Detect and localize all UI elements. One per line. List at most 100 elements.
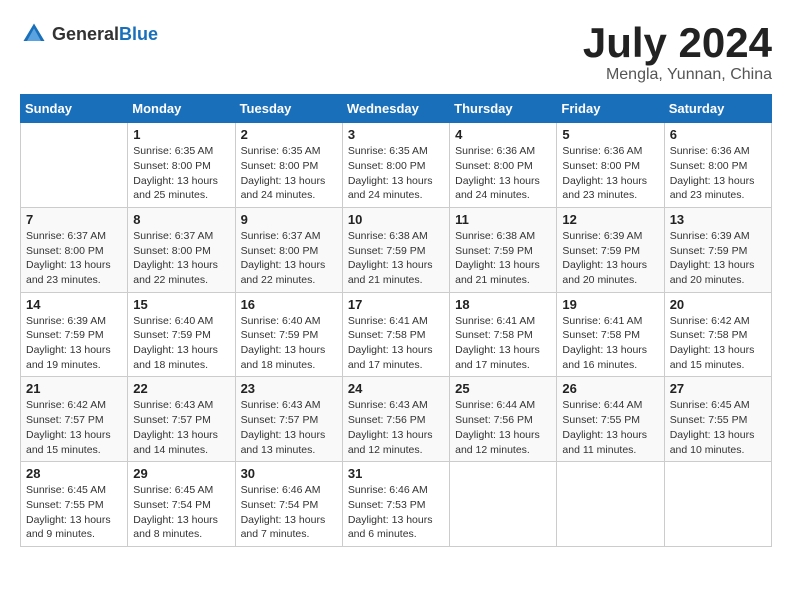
calendar-cell: 12 Sunrise: 6:39 AMSunset: 7:59 PMDayligh… <box>557 207 664 292</box>
day-info: Sunrise: 6:40 AMSunset: 7:59 PMDaylight:… <box>241 314 337 373</box>
day-info: Sunrise: 6:36 AMSunset: 8:00 PMDaylight:… <box>455 144 551 203</box>
day-info: Sunrise: 6:46 AMSunset: 7:54 PMDaylight:… <box>241 483 337 542</box>
calendar-cell: 30Sunrise: 6:46 AMSunset: 7:54 PMDayligh… <box>235 462 342 547</box>
day-info: Sunrise: 6:44 AMSunset: 7:56 PMDaylight:… <box>455 398 551 457</box>
header-tuesday: Tuesday <box>235 95 342 123</box>
header-saturday: Saturday <box>664 95 771 123</box>
day-number: 9 <box>241 212 337 227</box>
calendar-cell: 16 Sunrise: 6:40 AMSunset: 7:59 PMDayligh… <box>235 292 342 377</box>
calendar-cell <box>450 462 557 547</box>
day-info: Sunrise: 6:37 AMSunset: 8:00 PMDaylight:… <box>241 229 337 288</box>
calendar-cell: 18 Sunrise: 6:41 AMSunset: 7:58 PMDayligh… <box>450 292 557 377</box>
day-number: 13 <box>670 212 766 227</box>
calendar-cell: 17 Sunrise: 6:41 AMSunset: 7:58 PMDayligh… <box>342 292 449 377</box>
calendar-cell: 20 Sunrise: 6:42 AMSunset: 7:58 PMDayligh… <box>664 292 771 377</box>
calendar-table: Sunday Monday Tuesday Wednesday Thursday… <box>20 94 772 547</box>
day-number: 3 <box>348 127 444 142</box>
day-number: 28 <box>26 466 122 481</box>
calendar-cell: 4 Sunrise: 6:36 AMSunset: 8:00 PMDaylight… <box>450 123 557 208</box>
calendar-cell: 13 Sunrise: 6:39 AMSunset: 7:59 PMDayligh… <box>664 207 771 292</box>
calendar-cell: 22Sunrise: 6:43 AMSunset: 7:57 PMDayligh… <box>128 377 235 462</box>
day-info: Sunrise: 6:43 AMSunset: 7:57 PMDaylight:… <box>133 398 229 457</box>
day-info: Sunrise: 6:37 AMSunset: 8:00 PMDaylight:… <box>26 229 122 288</box>
day-number: 26 <box>562 381 658 396</box>
calendar-cell: 29 Sunrise: 6:45 AMSunset: 7:54 PMDayligh… <box>128 462 235 547</box>
day-info: Sunrise: 6:35 AMSunset: 8:00 PMDaylight:… <box>348 144 444 203</box>
calendar-cell: 6 Sunrise: 6:36 AMSunset: 8:00 PMDaylight… <box>664 123 771 208</box>
calendar-cell <box>664 462 771 547</box>
week-row-3: 14Sunrise: 6:39 AMSunset: 7:59 PMDayligh… <box>21 292 772 377</box>
header-thursday: Thursday <box>450 95 557 123</box>
day-number: 16 <box>241 297 337 312</box>
day-info: Sunrise: 6:35 AMSunset: 8:00 PMDaylight:… <box>241 144 337 203</box>
header-sunday: Sunday <box>21 95 128 123</box>
day-number: 1 <box>133 127 229 142</box>
day-info: Sunrise: 6:42 AMSunset: 7:58 PMDaylight:… <box>670 314 766 373</box>
day-info: Sunrise: 6:45 AMSunset: 7:54 PMDaylight:… <box>133 483 229 542</box>
calendar-cell: 27 Sunrise: 6:45 AMSunset: 7:55 PMDayligh… <box>664 377 771 462</box>
day-info: Sunrise: 6:44 AMSunset: 7:55 PMDaylight:… <box>562 398 658 457</box>
day-info: Sunrise: 6:43 AMSunset: 7:56 PMDaylight:… <box>348 398 444 457</box>
calendar-cell: 10 Sunrise: 6:38 AMSunset: 7:59 PMDayligh… <box>342 207 449 292</box>
day-info: Sunrise: 6:39 AMSunset: 7:59 PMDaylight:… <box>670 229 766 288</box>
day-info: Sunrise: 6:41 AMSunset: 7:58 PMDaylight:… <box>348 314 444 373</box>
day-info: Sunrise: 6:38 AMSunset: 7:59 PMDaylight:… <box>455 229 551 288</box>
title-area: July 2024 Mengla, Yunnan, China <box>583 20 772 84</box>
day-number: 12 <box>562 212 658 227</box>
day-number: 20 <box>670 297 766 312</box>
header-wednesday: Wednesday <box>342 95 449 123</box>
day-number: 5 <box>562 127 658 142</box>
day-info: Sunrise: 6:38 AMSunset: 7:59 PMDaylight:… <box>348 229 444 288</box>
logo-icon <box>20 20 48 48</box>
calendar-cell: 15Sunrise: 6:40 AMSunset: 7:59 PMDayligh… <box>128 292 235 377</box>
day-number: 6 <box>670 127 766 142</box>
day-number: 27 <box>670 381 766 396</box>
day-info: Sunrise: 6:42 AMSunset: 7:57 PMDaylight:… <box>26 398 122 457</box>
day-number: 11 <box>455 212 551 227</box>
day-info: Sunrise: 6:36 AMSunset: 8:00 PMDaylight:… <box>670 144 766 203</box>
day-info: Sunrise: 6:46 AMSunset: 7:53 PMDaylight:… <box>348 483 444 542</box>
calendar-cell: 26 Sunrise: 6:44 AMSunset: 7:55 PMDayligh… <box>557 377 664 462</box>
logo: GeneralBlue <box>20 20 158 48</box>
calendar-cell: 8Sunrise: 6:37 AMSunset: 8:00 PMDaylight… <box>128 207 235 292</box>
calendar-cell: 9 Sunrise: 6:37 AMSunset: 8:00 PMDaylight… <box>235 207 342 292</box>
calendar-cell: 19Sunrise: 6:41 AMSunset: 7:58 PMDayligh… <box>557 292 664 377</box>
day-number: 8 <box>133 212 229 227</box>
calendar-cell <box>557 462 664 547</box>
day-info: Sunrise: 6:45 AMSunset: 7:55 PMDaylight:… <box>670 398 766 457</box>
calendar-cell: 28 Sunrise: 6:45 AMSunset: 7:55 PMDayligh… <box>21 462 128 547</box>
header-friday: Friday <box>557 95 664 123</box>
day-number: 21 <box>26 381 122 396</box>
week-row-2: 7Sunrise: 6:37 AMSunset: 8:00 PMDaylight… <box>21 207 772 292</box>
day-number: 17 <box>348 297 444 312</box>
day-number: 31 <box>348 466 444 481</box>
header-monday: Monday <box>128 95 235 123</box>
logo-blue: Blue <box>119 24 158 44</box>
calendar-cell: 24Sunrise: 6:43 AMSunset: 7:56 PMDayligh… <box>342 377 449 462</box>
calendar-cell: 5 Sunrise: 6:36 AMSunset: 8:00 PMDaylight… <box>557 123 664 208</box>
logo-text: GeneralBlue <box>52 24 158 45</box>
calendar-cell <box>21 123 128 208</box>
location-title: Mengla, Yunnan, China <box>583 66 772 84</box>
header: GeneralBlue July 2024 Mengla, Yunnan, Ch… <box>20 20 772 84</box>
day-info: Sunrise: 6:41 AMSunset: 7:58 PMDaylight:… <box>562 314 658 373</box>
week-row-1: 1 Sunrise: 6:35 AMSunset: 8:00 PMDaylight… <box>21 123 772 208</box>
day-number: 10 <box>348 212 444 227</box>
day-info: Sunrise: 6:41 AMSunset: 7:58 PMDaylight:… <box>455 314 551 373</box>
calendar-cell: 11 Sunrise: 6:38 AMSunset: 7:59 PMDayligh… <box>450 207 557 292</box>
day-info: Sunrise: 6:45 AMSunset: 7:55 PMDaylight:… <box>26 483 122 542</box>
calendar-cell: 21 Sunrise: 6:42 AMSunset: 7:57 PMDayligh… <box>21 377 128 462</box>
calendar-cell: 3 Sunrise: 6:35 AMSunset: 8:00 PMDaylight… <box>342 123 449 208</box>
day-number: 25 <box>455 381 551 396</box>
day-number: 4 <box>455 127 551 142</box>
day-info: Sunrise: 6:35 AMSunset: 8:00 PMDaylight:… <box>133 144 229 203</box>
day-info: Sunrise: 6:39 AMSunset: 7:59 PMDaylight:… <box>562 229 658 288</box>
week-row-5: 28 Sunrise: 6:45 AMSunset: 7:55 PMDayligh… <box>21 462 772 547</box>
day-number: 23 <box>241 381 337 396</box>
day-info: Sunrise: 6:36 AMSunset: 8:00 PMDaylight:… <box>562 144 658 203</box>
calendar-cell: 31 Sunrise: 6:46 AMSunset: 7:53 PMDayligh… <box>342 462 449 547</box>
header-row: Sunday Monday Tuesday Wednesday Thursday… <box>21 95 772 123</box>
day-number: 29 <box>133 466 229 481</box>
day-number: 18 <box>455 297 551 312</box>
calendar-cell: 2Sunrise: 6:35 AMSunset: 8:00 PMDaylight… <box>235 123 342 208</box>
